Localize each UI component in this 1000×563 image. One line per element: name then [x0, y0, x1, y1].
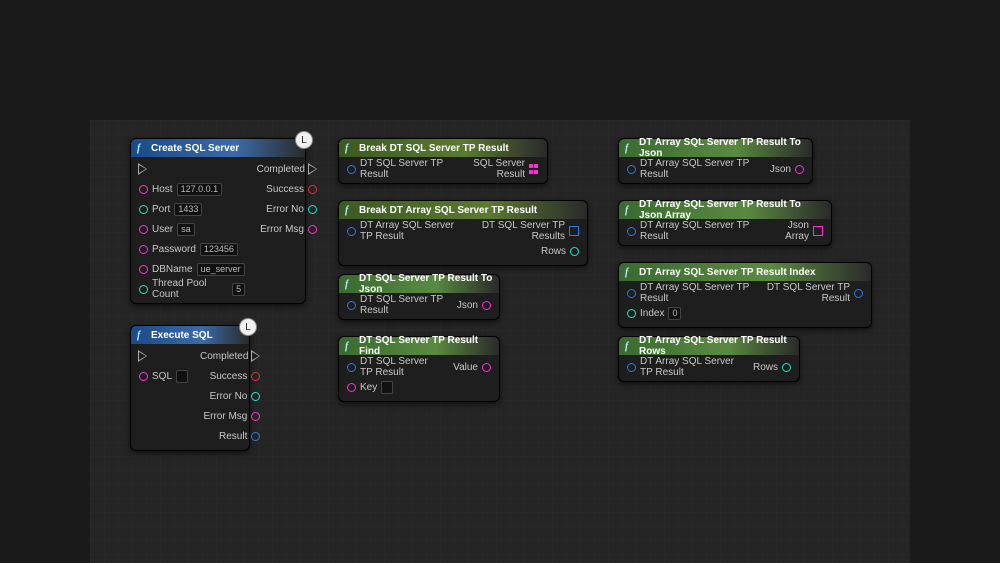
node-create-sql-server[interactable]: L f Create SQL Server Host127.0.0.1 Port…	[130, 138, 306, 304]
input-thread-pool-count[interactable]: Thread Pool Count5	[139, 281, 245, 297]
output-error-msg[interactable]: Error Msg	[257, 221, 317, 237]
function-icon: f	[137, 330, 147, 340]
function-icon: f	[345, 143, 355, 153]
blueprint-canvas[interactable]: L f Create SQL Server Host127.0.0.1 Port…	[90, 120, 910, 563]
node-result-to-json[interactable]: f DT SQL Server TP Result To Json DT SQL…	[338, 274, 500, 320]
output-success[interactable]: Success	[257, 181, 317, 197]
node-array-to-json-array[interactable]: f DT Array SQL Server TP Result To Json …	[618, 200, 832, 246]
input-array-result[interactable]: DT Array SQL Server TP Result	[627, 223, 758, 239]
function-icon: f	[345, 341, 355, 351]
input-sql[interactable]: SQL	[139, 368, 188, 384]
node-header: f DT Array SQL Server TP Result Rows	[619, 337, 799, 355]
node-title: Break DT Array SQL Server TP Result	[359, 205, 537, 216]
node-execute-sql[interactable]: L f Execute SQL SQL Completed Success Er…	[130, 325, 250, 451]
input-user[interactable]: Usersa	[139, 221, 245, 237]
array-pin-icon	[569, 226, 579, 236]
exec-out-completed[interactable]: Completed	[257, 161, 317, 177]
exec-in-pin[interactable]	[139, 161, 245, 177]
node-header: f Break DT Array SQL Server TP Result	[339, 201, 587, 219]
input-array-result[interactable]: DT Array SQL Server TP Result	[627, 359, 741, 375]
input-array-result[interactable]: DT Array SQL Server TP Result	[627, 285, 749, 301]
node-array-index[interactable]: f DT Array SQL Server TP Result Index DT…	[618, 262, 872, 328]
node-title: DT Array SQL Server TP Result To Json Ar…	[639, 199, 825, 221]
node-array-rows[interactable]: f DT Array SQL Server TP Result Rows DT …	[618, 336, 800, 382]
function-icon: f	[625, 341, 635, 351]
struct-pin-icon	[529, 164, 539, 174]
input-index[interactable]: Index0	[627, 305, 749, 321]
node-header: f Execute SQL	[131, 326, 249, 344]
output-rows[interactable]: Rows	[753, 359, 791, 375]
output-value[interactable]: Value	[453, 359, 491, 375]
node-header: f DT SQL Server TP Result To Json	[339, 275, 499, 293]
output-json[interactable]: Json	[770, 161, 804, 177]
latent-clock-icon: L	[295, 131, 313, 149]
output-result[interactable]: DT SQL Server TP Result	[761, 285, 863, 301]
input-host[interactable]: Host127.0.0.1	[139, 181, 245, 197]
input-result[interactable]: DT SQL Server TP Result	[347, 297, 445, 313]
output-error-no[interactable]: Error No	[200, 388, 260, 404]
node-title: Execute SQL	[151, 330, 213, 341]
input-array-result[interactable]: DT Array SQL Server TP Result	[627, 161, 758, 177]
output-result[interactable]: Result	[200, 428, 260, 444]
node-result-find[interactable]: f DT SQL Server TP Result Find DT SQL Se…	[338, 336, 500, 402]
output-success[interactable]: Success	[200, 368, 260, 384]
input-array-result[interactable]: DT Array SQL Server TP Result	[347, 223, 465, 239]
output-error-no[interactable]: Error No	[257, 201, 317, 217]
node-title: DT Array SQL Server TP Result Index	[639, 267, 816, 278]
node-break-array-result[interactable]: f Break DT Array SQL Server TP Result DT…	[338, 200, 588, 266]
function-icon: f	[625, 205, 635, 215]
input-port[interactable]: Port1433	[139, 201, 245, 217]
latent-clock-icon: L	[239, 318, 257, 336]
output-json[interactable]: Json	[457, 297, 491, 313]
input-result[interactable]: DT SQL Server TP Result	[347, 359, 441, 375]
node-break-result[interactable]: f Break DT SQL Server TP Result DT SQL S…	[338, 138, 548, 184]
output-json-array[interactable]: Json Array	[770, 223, 823, 239]
node-header: f DT SQL Server TP Result Find	[339, 337, 499, 355]
node-title: Create SQL Server	[151, 143, 239, 154]
function-icon: f	[137, 143, 147, 153]
output-error-msg[interactable]: Error Msg	[200, 408, 260, 424]
node-header: f DT Array SQL Server TP Result To Json	[619, 139, 812, 157]
exec-out-completed[interactable]: Completed	[200, 348, 260, 364]
output-results-array[interactable]: DT SQL Server TP Results	[477, 223, 579, 239]
input-key[interactable]: Key	[347, 379, 441, 395]
exec-in-pin[interactable]	[139, 348, 188, 364]
function-icon: f	[625, 143, 635, 153]
node-header: f DT Array SQL Server TP Result Index	[619, 263, 871, 281]
input-result[interactable]: DT SQL Server TP Result	[347, 161, 449, 177]
node-title: DT SQL Server TP Result Find	[359, 335, 493, 357]
node-title: DT Array SQL Server TP Result To Json	[639, 137, 806, 159]
node-header: f DT Array SQL Server TP Result To Json …	[619, 201, 831, 219]
function-icon: f	[625, 267, 635, 277]
input-dbname[interactable]: DBNameue_server	[139, 261, 245, 277]
input-password[interactable]: Password123456	[139, 241, 245, 257]
function-icon: f	[345, 205, 355, 215]
node-header: f Create SQL Server	[131, 139, 305, 157]
function-icon: f	[345, 279, 355, 289]
node-header: f Break DT SQL Server TP Result	[339, 139, 547, 157]
output-rows[interactable]: Rows	[477, 243, 579, 259]
node-title: Break DT SQL Server TP Result	[359, 143, 509, 154]
output-sql-server-result[interactable]: SQL Server Result	[461, 161, 539, 177]
node-title: DT SQL Server TP Result To Json	[359, 273, 493, 295]
node-title: DT Array SQL Server TP Result Rows	[639, 335, 793, 357]
node-array-to-json[interactable]: f DT Array SQL Server TP Result To Json …	[618, 138, 813, 184]
array-pin-icon	[813, 226, 823, 236]
